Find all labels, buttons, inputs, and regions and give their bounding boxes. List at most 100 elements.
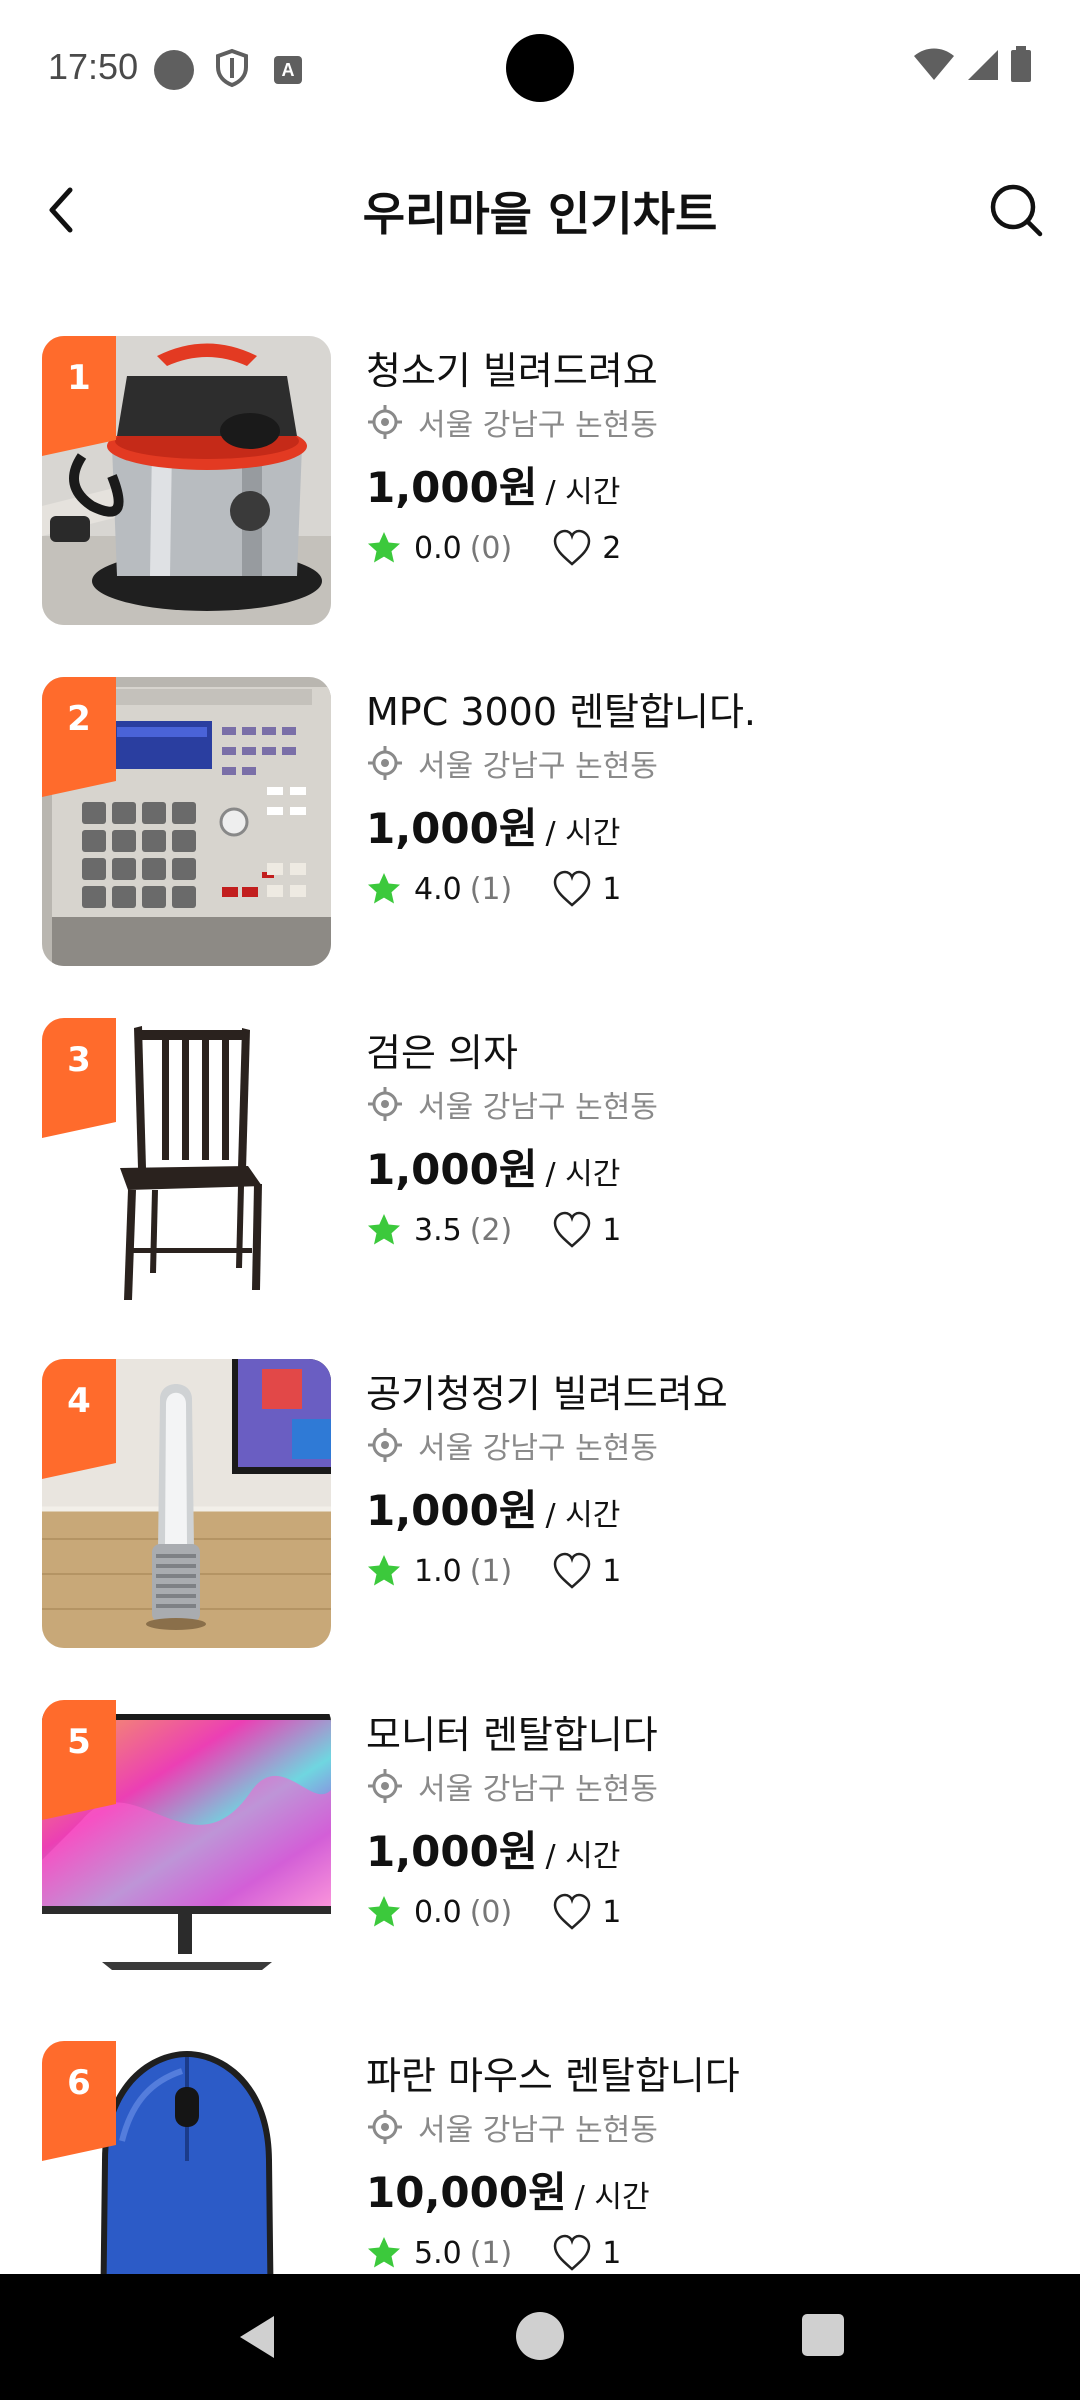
price: 1,000원 <box>366 804 538 853</box>
location-target-icon <box>368 405 402 439</box>
star-icon <box>368 1896 400 1927</box>
status-time: 17:50 <box>48 46 139 87</box>
location-row: 서울 강남구 논현동 <box>366 1082 658 1126</box>
rank-badge: 2 <box>42 677 116 797</box>
like-count: 2 <box>602 530 622 566</box>
wifi-icon <box>914 48 954 80</box>
location-text: 서울 강남구 논현동 <box>418 2113 658 2148</box>
status-right-icons <box>912 46 1032 82</box>
item-thumbnail: 5 <box>42 1700 331 1989</box>
star-icon <box>368 1214 400 1245</box>
rank-badge: 6 <box>42 2041 116 2161</box>
location-row: 서울 강남구 논현동 <box>366 1423 658 1467</box>
heart-icon[interactable] <box>552 1552 592 1590</box>
meta-row: 0.0 (0) 1 <box>366 1890 621 1934</box>
price-unit: / 시간 <box>545 1839 621 1874</box>
list-item[interactable]: 1 청소기 빌려드려요 서울 강남구 논현동 1,000원 / 시간 0.0 (0… <box>0 336 1080 626</box>
list-item[interactable]: 3 검은 의자 서울 강남구 논현동 1,000원 / 시간 3.5 (2) 1 <box>0 1018 1080 1308</box>
item-thumbnail: 3 <box>42 1018 331 1307</box>
item-title: 파란 마우스 렌탈합니다 <box>366 2054 740 2098</box>
price: 1,000원 <box>366 463 538 512</box>
rating-count: (1) <box>469 1553 513 1589</box>
battery-icon <box>1011 46 1031 82</box>
item-info: 청소기 빌려드려요 서울 강남구 논현동 1,000원 / 시간 0.0 (0) … <box>366 336 1046 626</box>
item-info: MPC 3000 렌탈합니다. 서울 강남구 논현동 1,000원 / 시간 4.… <box>366 677 1046 967</box>
price: 10,000원 <box>366 2168 567 2217</box>
meta-row: 0.0 (0) 2 <box>366 526 621 570</box>
price-unit: / 시간 <box>574 2180 650 2215</box>
app-header: 우리마을 인기차트 <box>0 150 1080 270</box>
heart-icon[interactable] <box>552 1893 592 1931</box>
meta-row: 5.0 (1) 1 <box>366 2231 621 2274</box>
item-title: 모니터 렌탈합니다 <box>366 1713 658 1757</box>
list-item[interactable]: 2 MPC 3000 렌탈합니다. 서울 강남구 논현동 1,000원 / 시간 … <box>0 677 1080 967</box>
list-item[interactable]: 5 모니터 렌탈합니다 서울 강남구 논현동 1,000원 / 시간 0.0 (0… <box>0 1700 1080 1990</box>
location-target-icon <box>368 746 402 780</box>
price-row: 1,000원 / 시간 <box>366 795 620 856</box>
rank-number: 1 <box>67 358 91 398</box>
item-thumbnail: 6 <box>42 2041 331 2274</box>
rank-number: 4 <box>67 1381 91 1421</box>
page-title: 우리마을 인기차트 <box>362 187 718 241</box>
item-info: 파란 마우스 렌탈합니다 서울 강남구 논현동 10,000원 / 시간 5.0 … <box>366 2041 1046 2274</box>
price-row: 10,000원 / 시간 <box>366 2159 650 2220</box>
rank-badge: 5 <box>42 1700 116 1820</box>
location-row: 서울 강남구 논현동 <box>366 400 658 444</box>
location-text: 서울 강남구 논현동 <box>418 1090 658 1125</box>
rank-badge: 3 <box>42 1018 116 1138</box>
item-title: 청소기 빌려드려요 <box>366 349 658 393</box>
rating-count: (2) <box>469 1212 513 1248</box>
location-row: 서울 강남구 논현동 <box>366 1764 658 1808</box>
rating: 4.0 <box>414 871 462 907</box>
heart-icon[interactable] <box>552 870 592 908</box>
nav-back-icon[interactable] <box>234 2312 284 2362</box>
search-button[interactable] <box>980 174 1052 246</box>
location-row: 서울 강남구 논현동 <box>366 741 658 785</box>
location-target-icon <box>368 1428 402 1462</box>
price-row: 1,000원 / 시간 <box>366 454 620 515</box>
meta-row: 3.5 (2) 1 <box>366 1208 621 1252</box>
location-text: 서울 강남구 논현동 <box>418 1431 658 1466</box>
item-title: 공기청정기 빌려드려요 <box>366 1372 728 1416</box>
star-icon <box>368 873 400 904</box>
signal-icon <box>968 50 998 80</box>
notification-dot-icon <box>154 50 194 90</box>
status-bar: 17:50 A <box>0 0 1080 138</box>
item-thumbnail: 1 <box>42 336 331 625</box>
search-icon <box>990 184 1043 237</box>
rank-number: 2 <box>67 699 91 739</box>
rank-number: 6 <box>67 2063 91 2103</box>
rating-count: (0) <box>469 530 513 566</box>
location-text: 서울 강남구 논현동 <box>418 1772 658 1807</box>
like-count: 1 <box>602 2235 622 2271</box>
item-thumbnail: 4 <box>42 1359 331 1648</box>
shield-icon <box>214 48 250 88</box>
heart-icon[interactable] <box>552 1211 592 1249</box>
rank-badge: 1 <box>42 336 116 456</box>
like-count: 1 <box>602 871 622 907</box>
rating: 0.0 <box>414 1894 462 1930</box>
rating-count: (1) <box>469 871 513 907</box>
price-unit: / 시간 <box>545 816 621 851</box>
like-count: 1 <box>602 1212 622 1248</box>
price: 1,000원 <box>366 1145 538 1194</box>
like-count: 1 <box>602 1553 622 1589</box>
camera-cutout <box>506 34 574 102</box>
heart-icon[interactable] <box>552 529 592 567</box>
item-info: 모니터 렌탈합니다 서울 강남구 논현동 1,000원 / 시간 0.0 (0) … <box>366 1700 1046 1990</box>
rating: 0.0 <box>414 530 462 566</box>
heart-icon[interactable] <box>552 2234 592 2272</box>
nav-home-icon[interactable] <box>516 2312 564 2360</box>
rating: 5.0 <box>414 2235 462 2271</box>
popular-chart-list[interactable]: 1 청소기 빌려드려요 서울 강남구 논현동 1,000원 / 시간 0.0 (0… <box>0 336 1080 2274</box>
nav-recents-icon[interactable] <box>802 2314 844 2356</box>
star-icon <box>368 532 400 563</box>
rank-badge: 4 <box>42 1359 116 1479</box>
list-item[interactable]: 4 공기청정기 빌려드려요 서울 강남구 논현동 1,000원 / 시간 1.0 … <box>0 1359 1080 1649</box>
location-target-icon <box>368 1769 402 1803</box>
location-target-icon <box>368 1087 402 1121</box>
rating-count: (1) <box>469 2235 513 2271</box>
list-item[interactable]: 6 파란 마우스 렌탈합니다 서울 강남구 논현동 10,000원 / 시간 5.… <box>0 2041 1080 2274</box>
like-count: 1 <box>602 1894 622 1930</box>
location-target-icon <box>368 2110 402 2144</box>
